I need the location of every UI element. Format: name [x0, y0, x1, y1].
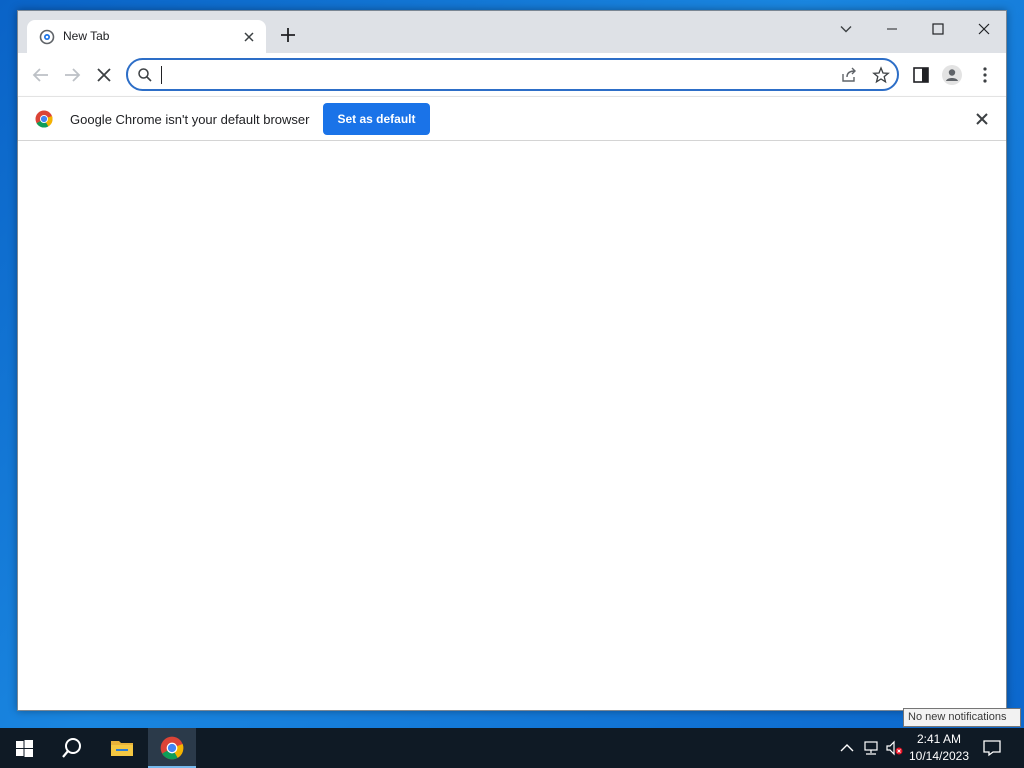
- clock-date: 10/14/2023: [908, 749, 970, 763]
- close-icon[interactable]: [974, 111, 990, 127]
- notification-center-button[interactable]: [975, 728, 1009, 768]
- address-input[interactable]: [160, 64, 820, 86]
- toolbar: [18, 53, 1006, 96]
- profile-icon[interactable]: [941, 64, 963, 86]
- share-icon[interactable]: [840, 66, 858, 84]
- start-button[interactable]: [0, 728, 48, 768]
- close-window-button[interactable]: [966, 15, 1002, 43]
- default-browser-infobar: Google Chrome isn't your default browser…: [18, 96, 1006, 141]
- plus-icon[interactable]: [278, 25, 298, 45]
- system-clock[interactable]: 2:41 AM 10/14/2023: [906, 731, 972, 765]
- close-icon: [978, 23, 990, 35]
- chrome-logo-icon: [35, 110, 53, 128]
- set-as-default-button[interactable]: Set as default: [323, 103, 430, 135]
- maximize-icon: [932, 23, 944, 35]
- file-explorer-button[interactable]: [98, 728, 146, 768]
- search-icon: [138, 68, 152, 82]
- stop-loading-icon[interactable]: [93, 64, 115, 86]
- infobar-message: Google Chrome isn't your default browser: [70, 112, 310, 127]
- text-cursor: [161, 66, 162, 84]
- chrome-taskbar-button[interactable]: [148, 728, 196, 768]
- back-arrow-icon[interactable]: [30, 64, 52, 86]
- windows-start-icon: [16, 740, 33, 757]
- notification-icon: [983, 740, 1001, 757]
- chevron-up-icon[interactable]: [838, 740, 856, 756]
- title-bar: New Tab: [18, 11, 1006, 54]
- file-explorer-icon: [111, 741, 133, 756]
- tab-search-button[interactable]: [828, 15, 864, 43]
- star-icon[interactable]: [872, 66, 890, 84]
- new-tab-favicon-icon: [39, 29, 55, 45]
- close-icon[interactable]: [241, 29, 257, 45]
- clock-time: 2:41 AM: [916, 732, 962, 746]
- search-button[interactable]: [48, 728, 96, 768]
- network-icon[interactable]: [862, 740, 880, 756]
- maximize-button[interactable]: [920, 15, 956, 43]
- chevron-down-icon: [840, 26, 852, 33]
- minimize-icon: [887, 28, 897, 30]
- taskbar: 2:41 AM 10/14/2023: [0, 728, 1024, 768]
- notification-tooltip: No new notifications: [903, 708, 1021, 727]
- tab-title: New Tab: [63, 29, 110, 43]
- tab-new-tab[interactable]: New Tab: [27, 20, 266, 54]
- search-icon: [62, 738, 81, 758]
- address-bar[interactable]: [126, 58, 899, 91]
- page-content: [18, 141, 1006, 710]
- more-menu-icon[interactable]: [974, 64, 996, 86]
- side-panel-icon[interactable]: [910, 64, 932, 86]
- chrome-logo-icon: [160, 736, 184, 760]
- minimize-button[interactable]: [874, 15, 910, 43]
- forward-arrow-icon[interactable]: [61, 64, 83, 86]
- chrome-window: New Tab Google Chrome isn't your default…: [17, 10, 1007, 711]
- volume-muted-icon[interactable]: [885, 740, 903, 756]
